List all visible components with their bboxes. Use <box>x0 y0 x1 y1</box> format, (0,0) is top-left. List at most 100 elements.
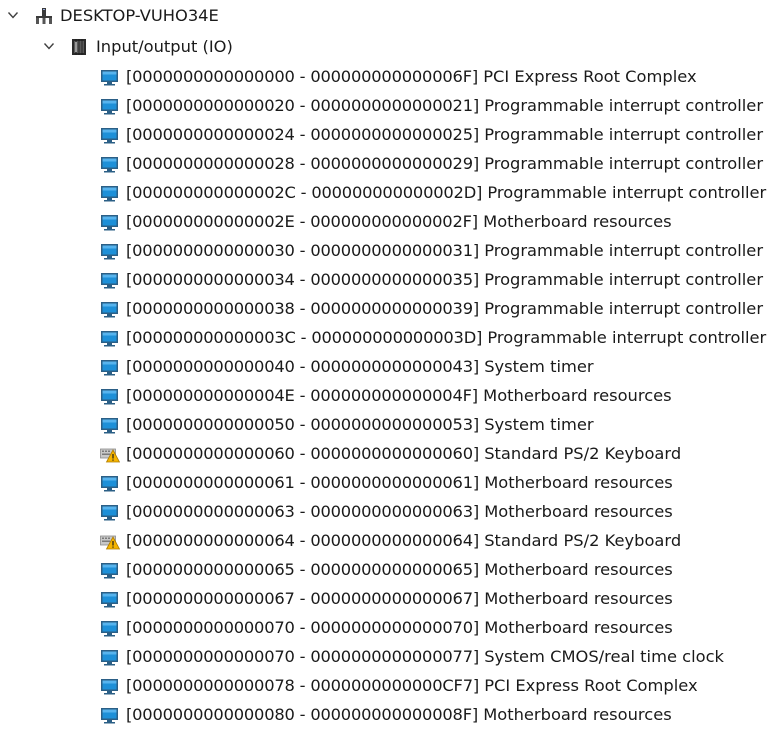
device-label: [0000000000000064 - 0000000000000064] St… <box>126 526 681 555</box>
monitor-device-icon <box>100 706 120 724</box>
device-name: Motherboard resources <box>483 386 672 405</box>
io-address-range: [000000000000003C - 000000000000003D] <box>126 328 483 347</box>
monitor-device-icon <box>100 387 120 405</box>
device-name: Motherboard resources <box>483 212 672 231</box>
device-name: Motherboard resources <box>484 560 673 579</box>
monitor-device-icon <box>100 155 120 173</box>
device-label: [0000000000000070 - 0000000000000070] Mo… <box>126 613 673 642</box>
device-list-item[interactable]: [0000000000000030 - 0000000000000031] Pr… <box>0 236 780 265</box>
io-address-range: [000000000000002E - 000000000000002F] <box>126 212 478 231</box>
device-name: Programmable interrupt controller <box>484 270 764 289</box>
device-list-item[interactable]: [0000000000000060 - 0000000000000060] St… <box>0 439 780 468</box>
device-list-item[interactable]: [0000000000000050 - 0000000000000053] Sy… <box>0 410 780 439</box>
io-address-range: [000000000000002C - 000000000000002D] <box>126 183 483 202</box>
io-address-range: [0000000000000038 - 0000000000000039] <box>126 299 480 318</box>
device-list-item[interactable]: [0000000000000070 - 0000000000000070] Mo… <box>0 613 780 642</box>
io-address-range: [0000000000000050 - 0000000000000053] <box>126 415 480 434</box>
device-list-item[interactable]: [0000000000000038 - 0000000000000039] Pr… <box>0 294 780 323</box>
device-name: Motherboard resources <box>484 473 673 492</box>
category-label: Input/output (IO) <box>96 37 233 56</box>
device-list-item[interactable]: [0000000000000061 - 0000000000000061] Mo… <box>0 468 780 497</box>
monitor-device-icon <box>100 300 120 318</box>
device-label: [0000000000000063 - 0000000000000063] Mo… <box>126 497 673 526</box>
io-chip-icon <box>69 38 89 56</box>
device-label: [0000000000000024 - 0000000000000025] Pr… <box>126 120 763 149</box>
monitor-device-icon <box>100 503 120 521</box>
device-label: [0000000000000078 - 0000000000000CF7] PC… <box>126 671 698 700</box>
io-address-range: [0000000000000030 - 0000000000000031] <box>126 241 480 260</box>
device-list-item[interactable]: [000000000000002E - 000000000000002F] Mo… <box>0 207 780 236</box>
device-label: [0000000000000030 - 0000000000000031] Pr… <box>126 236 763 265</box>
monitor-device-icon <box>100 648 120 666</box>
device-list-item[interactable]: [0000000000000070 - 0000000000000077] Sy… <box>0 642 780 671</box>
monitor-device-icon <box>100 590 120 608</box>
monitor-device-icon <box>100 561 120 579</box>
device-list-item[interactable]: [0000000000000065 - 0000000000000065] Mo… <box>0 555 780 584</box>
device-name: Motherboard resources <box>484 589 673 608</box>
io-address-range: [0000000000000064 - 0000000000000064] <box>126 531 480 550</box>
device-name: Programmable interrupt controller <box>487 183 767 202</box>
device-name: Standard PS/2 Keyboard <box>484 531 682 550</box>
tree-node-computer[interactable]: DESKTOP-VUHO34E <box>0 0 780 32</box>
device-list-item[interactable]: [0000000000000040 - 0000000000000043] Sy… <box>0 352 780 381</box>
device-list-item[interactable]: [0000000000000020 - 0000000000000021] Pr… <box>0 91 780 120</box>
device-name: Programmable interrupt controller <box>487 328 767 347</box>
device-list-item[interactable]: [0000000000000028 - 0000000000000029] Pr… <box>0 149 780 178</box>
chevron-down-icon[interactable] <box>7 9 19 21</box>
device-label: [0000000000000000 - 000000000000006F] PC… <box>126 62 697 91</box>
monitor-device-icon <box>100 416 120 434</box>
computer-icon <box>34 7 54 25</box>
device-label: [0000000000000034 - 0000000000000035] Pr… <box>126 265 763 294</box>
io-address-range: [0000000000000060 - 0000000000000060] <box>126 444 480 463</box>
device-list-item[interactable]: [0000000000000078 - 0000000000000CF7] PC… <box>0 671 780 700</box>
monitor-device-icon <box>100 474 120 492</box>
device-list-item[interactable]: [0000000000000080 - 000000000000008F] Mo… <box>0 700 780 729</box>
monitor-device-icon <box>100 68 120 86</box>
io-address-range: [000000000000004E - 000000000000004F] <box>126 386 478 405</box>
io-address-range: [0000000000000080 - 000000000000008F] <box>126 705 479 724</box>
io-address-range: [0000000000000034 - 0000000000000035] <box>126 270 480 289</box>
device-label: [000000000000003C - 000000000000003D] Pr… <box>126 323 766 352</box>
io-address-range: [0000000000000070 - 0000000000000070] <box>126 618 480 637</box>
device-label: [000000000000002E - 000000000000002F] Mo… <box>126 207 672 236</box>
device-list-item[interactable]: [000000000000002C - 000000000000002D] Pr… <box>0 178 780 207</box>
device-name: Standard PS/2 Keyboard <box>484 444 682 463</box>
device-label: [0000000000000067 - 0000000000000067] Mo… <box>126 584 673 613</box>
device-label: [0000000000000060 - 0000000000000060] St… <box>126 439 681 468</box>
device-label: [0000000000000061 - 0000000000000061] Mo… <box>126 468 673 497</box>
device-label: [0000000000000070 - 0000000000000077] Sy… <box>126 642 724 671</box>
device-name: System timer <box>484 357 594 376</box>
monitor-device-icon <box>100 97 120 115</box>
device-list-item[interactable]: [0000000000000064 - 0000000000000064] St… <box>0 526 780 555</box>
device-label: [0000000000000020 - 0000000000000021] Pr… <box>126 91 763 120</box>
device-name: Motherboard resources <box>483 705 672 724</box>
io-address-range: [0000000000000020 - 0000000000000021] <box>126 96 480 115</box>
device-name: PCI Express Root Complex <box>483 67 697 86</box>
device-label: [000000000000002C - 000000000000002D] Pr… <box>126 178 766 207</box>
chevron-down-icon[interactable] <box>43 40 55 52</box>
device-list-item[interactable]: [000000000000003C - 000000000000003D] Pr… <box>0 323 780 352</box>
device-list-item[interactable]: [0000000000000034 - 0000000000000035] Pr… <box>0 265 780 294</box>
tree-node-io-category[interactable]: Input/output (IO) <box>0 32 780 62</box>
device-name: PCI Express Root Complex <box>484 676 698 695</box>
io-address-range: [0000000000000078 - 0000000000000CF7] <box>126 676 480 695</box>
monitor-device-icon <box>100 677 120 695</box>
device-name: Motherboard resources <box>484 502 673 521</box>
device-name: System timer <box>484 415 594 434</box>
device-label: [0000000000000050 - 0000000000000053] Sy… <box>126 410 594 439</box>
device-list-item[interactable]: [0000000000000067 - 0000000000000067] Mo… <box>0 584 780 613</box>
device-label: [0000000000000028 - 0000000000000029] Pr… <box>126 149 763 178</box>
io-address-range: [0000000000000000 - 000000000000006F] <box>126 67 479 86</box>
io-address-range: [0000000000000028 - 0000000000000029] <box>126 154 480 173</box>
device-list-item[interactable]: [0000000000000063 - 0000000000000063] Mo… <box>0 497 780 526</box>
computer-name: DESKTOP-VUHO34E <box>60 6 219 25</box>
monitor-device-icon <box>100 184 120 202</box>
device-list-item[interactable]: [000000000000004E - 000000000000004F] Mo… <box>0 381 780 410</box>
device-list-item[interactable]: [0000000000000024 - 0000000000000025] Pr… <box>0 120 780 149</box>
device-list-item[interactable]: [0000000000000000 - 000000000000006F] PC… <box>0 62 780 91</box>
monitor-device-icon <box>100 126 120 144</box>
device-name: System CMOS/real time clock <box>484 647 724 666</box>
device-label: [0000000000000040 - 0000000000000043] Sy… <box>126 352 594 381</box>
io-address-range: [0000000000000065 - 0000000000000065] <box>126 560 480 579</box>
device-label: [000000000000004E - 000000000000004F] Mo… <box>126 381 672 410</box>
